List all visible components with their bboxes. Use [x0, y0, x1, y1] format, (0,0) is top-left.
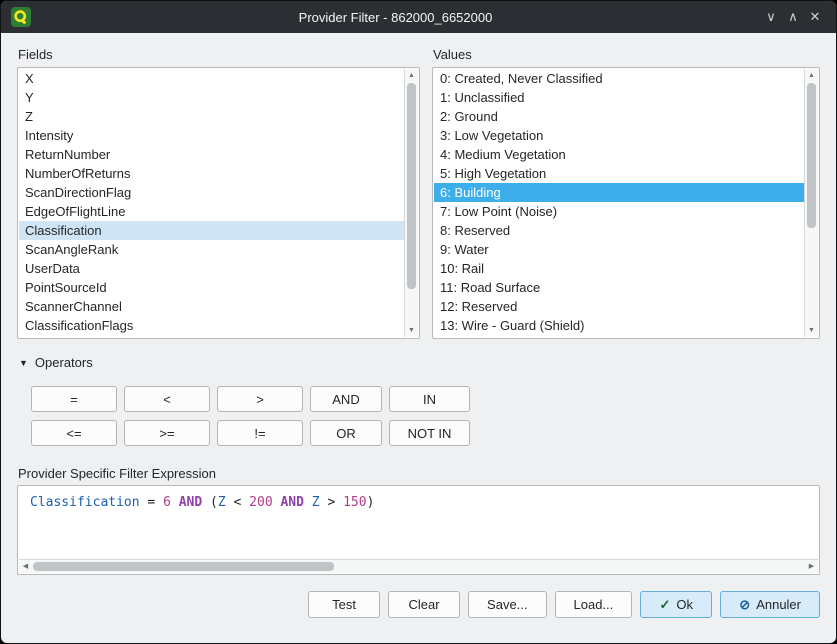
list-item[interactable]: ReturnNumber [19, 145, 404, 164]
values-scroll-track[interactable] [805, 82, 818, 324]
list-item[interactable]: 11: Road Surface [434, 278, 804, 297]
operator-button[interactable]: != [217, 420, 303, 446]
list-item[interactable]: 8: Reserved [434, 221, 804, 240]
expression-label: Provider Specific Filter Expression [18, 466, 820, 481]
list-item[interactable]: 0: Created, Never Classified [434, 69, 804, 88]
list-item[interactable]: 10: Rail [434, 259, 804, 278]
values-list: 0: Created, Never Classified1: Unclassif… [432, 67, 820, 339]
list-item[interactable]: 5: High Vegetation [434, 164, 804, 183]
values-scrollbar[interactable]: ▲ ▼ [804, 69, 818, 337]
list-item[interactable]: EdgeOfFlightLine [19, 202, 404, 221]
list-item[interactable]: NumberOfReturns [19, 164, 404, 183]
button-label: Clear [409, 597, 440, 612]
expression-token: ( [210, 495, 218, 510]
expression-token: Z [312, 495, 328, 510]
list-item[interactable]: 3: Low Vegetation [434, 126, 804, 145]
chevron-down-icon[interactable]: ∨ [760, 1, 782, 33]
expression-scroll-track[interactable] [32, 560, 805, 573]
button-label: Save... [487, 597, 527, 612]
list-item[interactable]: 4: Medium Vegetation [434, 145, 804, 164]
operator-button[interactable]: IN [389, 386, 470, 412]
list-item[interactable]: 2: Ground [434, 107, 804, 126]
list-item[interactable]: ScanDirectionFlag [19, 183, 404, 202]
operator-button[interactable]: AND [310, 386, 382, 412]
list-item[interactable]: ClassificationFlags [19, 316, 404, 335]
expression-scroll-thumb[interactable] [33, 562, 334, 571]
operator-button[interactable]: OR [310, 420, 382, 446]
footer-button-row: Test Clear Save... Load... ✓ Ok ⊘ Annuler [17, 591, 820, 618]
operator-button[interactable]: < [124, 386, 210, 412]
operator-button[interactable]: = [31, 386, 117, 412]
expression-token: < [234, 495, 250, 510]
expression-token: AND [179, 495, 210, 510]
list-item[interactable]: Classification [19, 221, 404, 240]
save-button[interactable]: Save... [468, 591, 546, 618]
list-item[interactable]: 13: Wire - Guard (Shield) [434, 316, 804, 335]
chevron-up-icon[interactable]: ∧ [782, 1, 804, 33]
scroll-down-icon[interactable]: ▼ [405, 324, 418, 337]
button-label: Test [332, 597, 356, 612]
list-item[interactable]: 9: Water [434, 240, 804, 259]
scroll-up-icon[interactable]: ▲ [805, 69, 818, 82]
values-label: Values [433, 47, 820, 62]
fields-scroll-track[interactable] [405, 82, 418, 324]
operator-button[interactable]: NOT IN [389, 420, 470, 446]
fields-list: XYZIntensityReturnNumberNumberOfReturnsS… [17, 67, 420, 339]
list-item[interactable]: 1: Unclassified [434, 88, 804, 107]
operator-button[interactable]: > [217, 386, 303, 412]
list-item[interactable]: 12: Reserved [434, 297, 804, 316]
fields-scroll-thumb[interactable] [407, 83, 416, 289]
expression-token: Z [218, 495, 234, 510]
expression-token: Classification [30, 495, 147, 510]
ok-button[interactable]: ✓ Ok [640, 591, 712, 618]
dialog-content: Fields XYZIntensityReturnNumberNumberOfR… [1, 33, 836, 618]
expression-text: Classification = 6 AND (Z < 200 AND Z > … [18, 486, 819, 519]
expression-token: 200 [249, 495, 280, 510]
provider-filter-dialog: Provider Filter - 862000_6652000 ∨ ∧ ✕ F… [0, 0, 837, 644]
list-item[interactable]: UserData [19, 259, 404, 278]
collapse-arrow-icon[interactable]: ▼ [19, 358, 28, 368]
cancel-icon: ⊘ [739, 598, 750, 611]
fields-scrollbar[interactable]: ▲ ▼ [404, 69, 418, 337]
operator-button[interactable]: <= [31, 420, 117, 446]
expression-token: = [147, 495, 163, 510]
cancel-button[interactable]: ⊘ Annuler [720, 591, 820, 618]
close-icon[interactable]: ✕ [804, 1, 826, 33]
operators-label: Operators [35, 355, 93, 370]
clear-button[interactable]: Clear [388, 591, 460, 618]
list-item[interactable]: 7: Low Point (Noise) [434, 202, 804, 221]
expression-input[interactable]: Classification = 6 AND (Z < 200 AND Z > … [17, 485, 820, 575]
test-button[interactable]: Test [308, 591, 380, 618]
list-item[interactable]: X [19, 69, 404, 88]
titlebar[interactable]: Provider Filter - 862000_6652000 ∨ ∧ ✕ [1, 1, 836, 33]
list-item[interactable]: Intensity [19, 126, 404, 145]
scroll-down-icon[interactable]: ▼ [805, 324, 818, 337]
load-button[interactable]: Load... [555, 591, 633, 618]
list-item[interactable]: PointSourceId [19, 278, 404, 297]
list-item[interactable]: 6: Building [434, 183, 804, 202]
expression-hscrollbar[interactable]: ◀ ▶ [19, 559, 818, 573]
qgis-logo-icon [11, 7, 31, 27]
expression-token: 6 [163, 495, 179, 510]
expression-token: 150 [343, 495, 366, 510]
fields-label: Fields [18, 47, 420, 62]
button-label: Annuler [756, 597, 801, 612]
scroll-right-icon[interactable]: ▶ [805, 560, 818, 573]
scroll-up-icon[interactable]: ▲ [405, 69, 418, 82]
operator-button[interactable]: >= [124, 420, 210, 446]
list-item[interactable]: Z [19, 107, 404, 126]
list-item[interactable]: Y [19, 88, 404, 107]
expression-token: > [327, 495, 343, 510]
list-item[interactable]: ScannerChannel [19, 297, 404, 316]
button-label: Ok [676, 597, 693, 612]
list-item[interactable]: ScanAngleRank [19, 240, 404, 259]
expression-token: ) [367, 495, 375, 510]
values-scroll-thumb[interactable] [807, 83, 816, 228]
scroll-left-icon[interactable]: ◀ [19, 560, 32, 573]
button-label: Load... [574, 597, 614, 612]
window-title: Provider Filter - 862000_6652000 [31, 10, 760, 25]
expression-token: AND [280, 495, 311, 510]
check-icon: ✓ [660, 598, 671, 611]
